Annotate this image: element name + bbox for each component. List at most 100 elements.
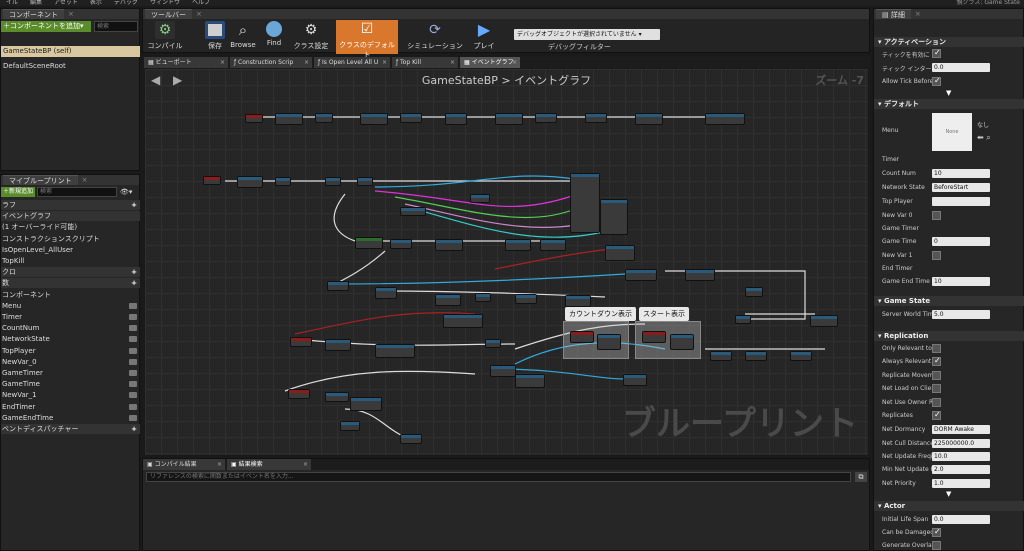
function-node[interactable] xyxy=(705,113,745,125)
section-game-state[interactable]: ▾ Game State xyxy=(874,296,1024,306)
function-node[interactable] xyxy=(237,176,263,188)
close-icon[interactable]: × xyxy=(512,57,517,68)
function-node[interactable] xyxy=(325,177,341,186)
function-node[interactable] xyxy=(535,113,557,123)
function-node[interactable] xyxy=(325,339,351,351)
blueprint-section[interactable]: ベントディスパッチャー + xyxy=(1,424,140,434)
find-in-blueprints-icon[interactable]: ⧉ xyxy=(855,472,867,482)
tick-interval-field[interactable]: 0.0 xyxy=(932,63,990,72)
blueprint-item[interactable]: コンストラクションスクリプト xyxy=(1,234,140,244)
count-num-field[interactable]: 10 xyxy=(932,169,990,178)
my-blueprint-tab[interactable]: マイブループリント xyxy=(3,175,78,185)
expand-arrow-icon[interactable]: ▼ xyxy=(946,490,951,498)
game-time-field[interactable]: 0 xyxy=(932,237,990,246)
blueprint-item[interactable]: コンポーネント xyxy=(1,290,140,300)
network-state-select[interactable]: BeforeStart xyxy=(932,183,990,192)
section-actor[interactable]: ▾ Actor xyxy=(874,501,1024,511)
add-icon[interactable]: + xyxy=(131,200,137,210)
menu-view[interactable]: 表示 xyxy=(90,0,102,6)
visibility-icon[interactable] xyxy=(129,347,137,354)
tab-top-kill[interactable]: ƒ Top Kill × xyxy=(392,57,458,68)
add-icon[interactable]: + xyxy=(131,424,137,434)
event-node[interactable] xyxy=(203,176,221,185)
menu-debug[interactable]: デバッグ xyxy=(114,0,138,6)
close-icon[interactable]: × xyxy=(450,57,455,68)
variable-item[interactable]: TopPlayer xyxy=(1,346,140,356)
always-relevant-checkbox[interactable] xyxy=(932,356,941,366)
close-icon[interactable]: × xyxy=(915,10,921,18)
blueprint-item[interactable]: IsOpenLevel_AllUser xyxy=(1,245,140,255)
variable-item[interactable]: NewVar_1 xyxy=(1,390,140,400)
variable-item[interactable]: EndTimer xyxy=(1,402,140,412)
visibility-icon[interactable] xyxy=(129,358,137,365)
function-node[interactable] xyxy=(325,392,349,402)
function-node[interactable] xyxy=(275,177,291,186)
variable-item[interactable]: NetworkState xyxy=(1,334,140,344)
event-node[interactable] xyxy=(642,331,666,343)
function-node[interactable] xyxy=(400,434,422,444)
function-node[interactable] xyxy=(605,245,635,261)
function-node[interactable] xyxy=(735,315,751,324)
function-node[interactable] xyxy=(485,339,501,348)
function-node[interactable] xyxy=(375,287,397,299)
component-self-item[interactable]: GameStateBP (self) xyxy=(1,46,140,57)
net-priority-field[interactable]: 1.0 xyxy=(932,479,990,488)
function-node[interactable] xyxy=(625,269,657,281)
class-defaults-button[interactable]: ☑ クラスのデフォルト xyxy=(336,20,398,59)
close-icon[interactable]: × xyxy=(68,10,74,18)
net-dormancy-select[interactable]: DORM Awake xyxy=(932,425,990,434)
browse-button[interactable]: ⌕ Browse xyxy=(230,21,256,53)
details-tab[interactable]: ▤ 詳細 xyxy=(876,9,911,19)
function-node[interactable] xyxy=(360,113,388,125)
event-node[interactable] xyxy=(288,389,310,399)
function-node[interactable] xyxy=(623,374,647,386)
min-net-update-field[interactable]: 2.0 xyxy=(932,465,990,474)
blueprint-item[interactable]: (1 オーバーライド可能) xyxy=(1,222,140,232)
function-node[interactable] xyxy=(435,239,463,251)
replicate-movement-checkbox[interactable] xyxy=(932,371,941,380)
function-node[interactable] xyxy=(475,293,491,302)
close-icon[interactable]: × xyxy=(304,57,309,68)
add-new-button[interactable]: ＋新規追加 xyxy=(1,187,35,197)
function-node[interactable] xyxy=(400,113,422,123)
variable-item[interactable]: GameTimer xyxy=(1,368,140,378)
function-node[interactable] xyxy=(565,295,591,307)
simulation-button[interactable]: ⟳ シミュレーション xyxy=(405,21,465,53)
switch-node[interactable] xyxy=(570,173,600,233)
close-icon[interactable]: × xyxy=(220,57,225,68)
allow-tick-checkbox[interactable] xyxy=(932,76,941,86)
top-player-field[interactable] xyxy=(932,197,990,206)
compile-button[interactable]: ⚙ コンパイル xyxy=(145,21,185,53)
event-node[interactable] xyxy=(570,331,594,343)
function-node[interactable] xyxy=(375,344,415,358)
function-node[interactable] xyxy=(275,113,303,125)
component-search-input[interactable]: 検索 xyxy=(94,21,138,32)
menu-thumbnail[interactable]: None xyxy=(932,113,972,151)
function-node[interactable] xyxy=(315,113,333,123)
switch-node[interactable] xyxy=(600,199,628,235)
only-relevant-checkbox[interactable] xyxy=(932,344,941,353)
blueprint-section[interactable]: ラフ + xyxy=(1,200,140,210)
tab-construction-script[interactable]: ƒ Construction Scrip × xyxy=(230,57,312,68)
variable-item[interactable]: GameTime xyxy=(1,379,140,389)
variable-item[interactable]: GameEndTime xyxy=(1,413,140,423)
function-node[interactable] xyxy=(635,113,663,125)
add-icon[interactable]: + xyxy=(131,267,137,277)
net-cull-field[interactable]: 225000000.0 xyxy=(932,439,990,448)
add-component-button[interactable]: ＋コンポーネントを追加▾ xyxy=(1,21,91,32)
blueprint-section[interactable]: クロ + xyxy=(1,267,140,278)
visibility-icon[interactable] xyxy=(129,302,137,309)
tab-is-open-level[interactable]: ƒ Is Open Level All U × xyxy=(314,57,390,68)
function-node[interactable] xyxy=(515,294,537,304)
section-replication[interactable]: ▾ Replication xyxy=(874,331,1024,341)
function-node[interactable] xyxy=(445,113,467,125)
visibility-icon[interactable] xyxy=(129,325,137,332)
variable-item[interactable]: Timer xyxy=(1,312,140,322)
function-node[interactable] xyxy=(685,269,715,281)
find-results-input[interactable]: リファレンスの検索に関数またはイベント名を入力... xyxy=(146,472,851,482)
net-load-checkbox[interactable] xyxy=(932,384,941,393)
tab-compile-results[interactable]: ▣ コンパイル結果 × xyxy=(143,459,225,470)
function-node[interactable] xyxy=(340,421,360,431)
comment-title-start[interactable]: スタート表示 xyxy=(639,307,689,321)
function-node[interactable] xyxy=(585,113,607,123)
